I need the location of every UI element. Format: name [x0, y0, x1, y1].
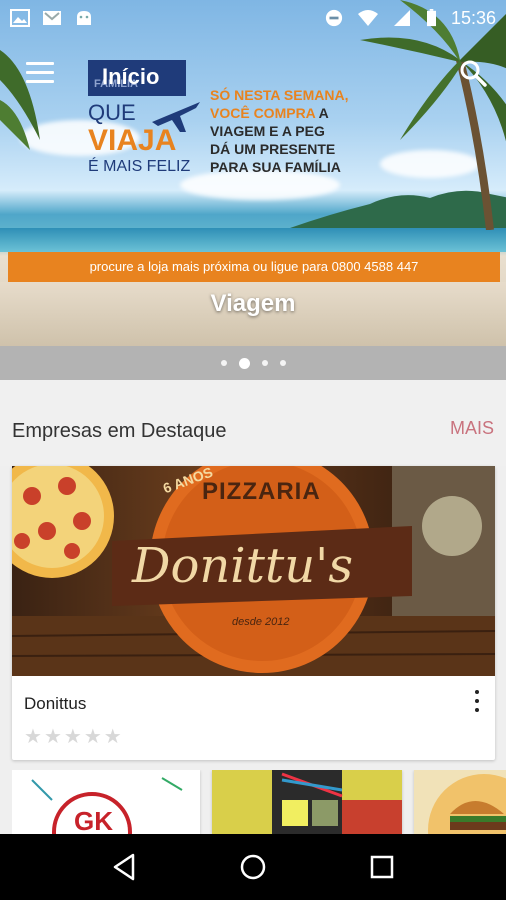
home-icon[interactable]: [233, 847, 273, 887]
rating-stars[interactable]: ★ ★ ★ ★ ★: [24, 726, 122, 748]
business-name[interactable]: Donittus: [24, 694, 86, 714]
ad-line-3: VIAGEM E A PEG: [210, 123, 325, 139]
star-icon[interactable]: ★: [24, 726, 42, 748]
business-thumbnails: GK: [12, 770, 506, 834]
promo-strip: procure a loja mais próxima ou ligue par…: [8, 252, 500, 282]
page-title: Início: [102, 64, 160, 89]
menu-icon[interactable]: [26, 62, 54, 84]
more-link[interactable]: MAIS: [450, 418, 494, 439]
search-icon[interactable]: [458, 58, 488, 88]
status-left-icons: [10, 9, 94, 27]
business-thumbnail-pencils[interactable]: [212, 770, 402, 834]
ad-line-5: PARA SUA FAMÍLIA: [210, 159, 341, 175]
carousel-indicator: [0, 346, 506, 380]
do-not-disturb-icon: [325, 9, 343, 27]
system-nav-bar: [0, 834, 506, 900]
ad-line-4: DÁ UM PRESENTE: [210, 141, 336, 157]
ad-feliz-text: É MAIS FELIZ: [88, 158, 191, 175]
business-card-image[interactable]: 6 ANOS PIZZARIA Donittu's desde 2012: [12, 466, 495, 676]
wifi-icon: [357, 10, 378, 26]
logo-since-text: desde 2012: [232, 616, 290, 628]
signal-icon: [393, 10, 410, 26]
gmail-icon: [43, 11, 61, 25]
logo-brand-text: Donittu's: [132, 538, 353, 594]
back-icon[interactable]: [104, 847, 144, 887]
slide-caption: Viagem: [210, 290, 296, 317]
business-card[interactable]: 6 ANOS PIZZARIA Donittu's desde 2012 Don…: [12, 466, 495, 760]
carousel-dot-active[interactable]: [238, 357, 250, 369]
android-icon: [77, 11, 91, 25]
recents-icon[interactable]: [362, 847, 402, 887]
star-icon[interactable]: ★: [64, 726, 82, 748]
clock: 15:36: [450, 7, 496, 28]
star-icon[interactable]: ★: [104, 726, 122, 748]
section-title: Empresas em Destaque: [12, 420, 227, 442]
featured-section-header: Empresas em Destaque MAIS: [0, 380, 506, 466]
business-thumbnail-burger[interactable]: [414, 770, 506, 834]
logo-pizzaria-text: PIZZARIA: [202, 478, 321, 505]
status-right-icons: 15:36: [324, 8, 496, 29]
app-bar: Início: [0, 36, 506, 112]
status-bar: 15:36: [0, 0, 506, 36]
sea-graphic: [0, 228, 506, 252]
carousel-dot[interactable]: [220, 360, 227, 366]
pencils-graphic: [212, 770, 402, 834]
battery-icon: [426, 9, 436, 27]
star-icon[interactable]: ★: [44, 726, 62, 748]
image-icon: [10, 9, 30, 27]
more-vert-icon[interactable]: [473, 690, 481, 716]
business-thumbnail-gk[interactable]: GK: [12, 770, 200, 834]
burger-graphic: [428, 774, 506, 834]
carousel-dot[interactable]: [279, 360, 286, 366]
star-icon[interactable]: ★: [84, 726, 102, 748]
gk-logo-text: GK: [74, 806, 113, 834]
carousel-dot[interactable]: [261, 360, 268, 366]
